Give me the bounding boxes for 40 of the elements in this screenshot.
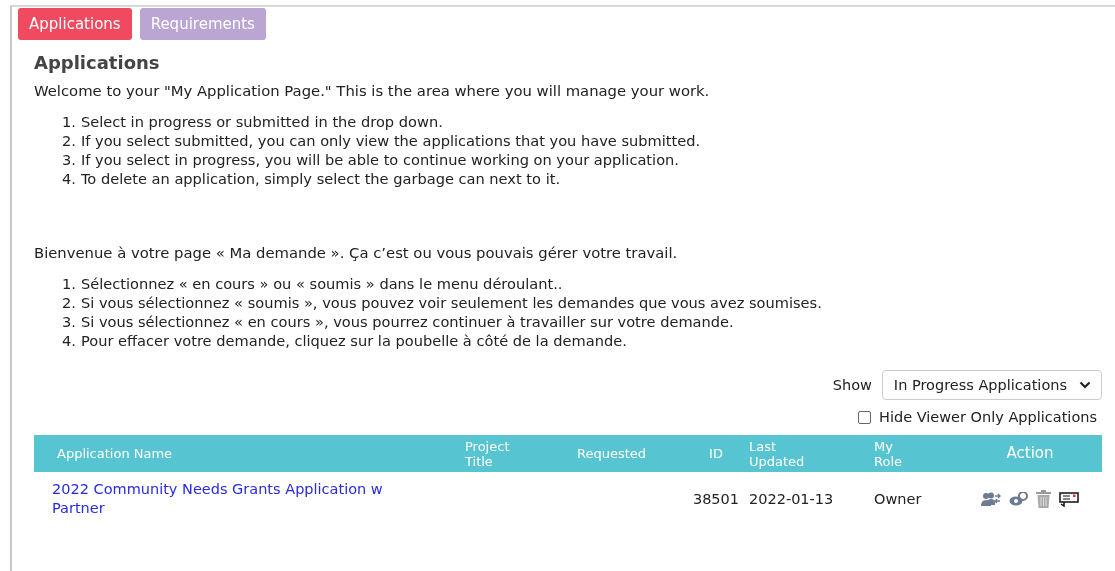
message-icon[interactable] [1059, 491, 1079, 507]
step-number: 1. [62, 112, 76, 131]
column-header: Action [1006, 444, 1054, 462]
page-heading: Applications [34, 52, 161, 73]
step-text: If you select submitted, you can only view the applications that you have submitted. [80, 131, 701, 150]
chevron-down-icon [1079, 381, 1091, 389]
column-header: Application Name [57, 446, 173, 461]
trash-icon[interactable] [1036, 490, 1051, 508]
step-number: 1. [62, 274, 76, 293]
column-header: ID [709, 446, 723, 461]
link-icon[interactable] [1009, 491, 1028, 507]
step-number: 3. [62, 150, 76, 169]
step-text: Si vous sélectionnez « en cours », vous pourrez continuer à travailler sur votre demande. [80, 312, 734, 331]
table-cell: 38501 [692, 491, 740, 507]
step-text: Sélectionnez « en cours » ou « soumis » dans le menu déroulant.. [80, 274, 563, 293]
table-cell: Owner [874, 491, 922, 507]
status-dropdown[interactable]: In Progress Applications [881, 370, 1102, 400]
table-cell: 2022-01-13 [749, 491, 834, 507]
checkbox[interactable] [858, 410, 872, 424]
step-number: 2. [62, 131, 76, 150]
intro-text: Welcome to your "My Application Page." This is the area where you will manage your work. [34, 82, 711, 99]
step-number: 4. [62, 169, 76, 188]
intro-text: Bienvenue à votre page « Ma demande ». Ça c’est ou vous pouvais gérer votre travail. [34, 244, 679, 261]
step-text: If you select in progress, you will be able to continue working on your application. [80, 150, 679, 169]
step-text: Pour effacer votre demande, cliquez sur la poubelle à côté de la demande. [80, 331, 627, 350]
column-header: Requested [577, 446, 647, 461]
column-header: Project Title [465, 438, 511, 469]
step-text: Select in progress or submitted in the drop down. [80, 112, 443, 131]
checkbox-label: Hide Viewer Only Applications [879, 409, 1097, 425]
column-header: My Role [874, 438, 903, 469]
show-label: Show [832, 377, 872, 393]
tab[interactable]: Applications [18, 8, 132, 40]
people-icon[interactable] [981, 491, 1001, 507]
column-header: Last Updated [749, 438, 806, 469]
application-link[interactable]: 2022 Community Needs Grants Application w Partner [52, 480, 422, 518]
step-number: 4. [62, 331, 76, 350]
step-text: To delete an application, simply select the garbage can next to it. [80, 169, 561, 188]
step-text: Si vous sélectionnez « soumis », vous pouvez voir seulement les demandes que vous avez soumises. [80, 293, 822, 312]
step-number: 3. [62, 312, 76, 331]
step-number: 2. [62, 293, 76, 312]
